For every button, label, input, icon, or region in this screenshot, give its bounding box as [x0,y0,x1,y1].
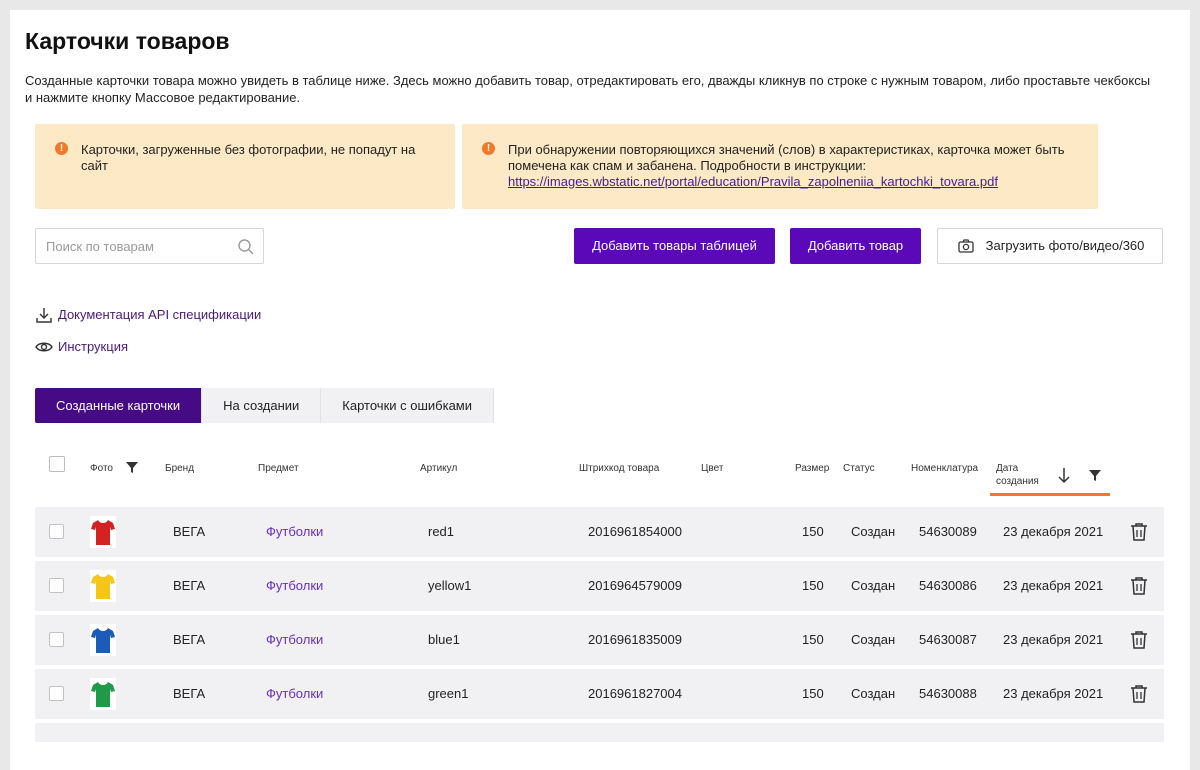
row-article: yellow1 [428,578,472,593]
row-date: 23 декабря 2021 [1003,686,1104,701]
header-photo: Фото [90,463,113,474]
row-brand: ВЕГА [173,632,206,647]
delete-button[interactable] [1130,576,1148,601]
row-size: 150 [802,632,824,647]
row-size: 150 [802,524,824,539]
upload-media-button[interactable]: Загрузить фото/видео/360 [937,228,1163,264]
sort-active-underline [990,493,1110,496]
row-size: 150 [802,686,824,701]
tshirt-icon [91,628,115,653]
row-brand: ВЕГА [173,686,206,701]
row-nomenclature: 54630086 [919,578,977,593]
row-nomenclature: 54630088 [919,686,977,701]
tshirt-icon [91,520,115,545]
header-barcode[interactable]: Штрихкод товара [579,463,659,474]
product-photo[interactable] [90,570,116,602]
trash-icon [1131,631,1147,649]
table-row[interactable] [35,723,1164,742]
tshirt-icon [91,682,115,707]
instruction-label: Инструкция [58,339,128,354]
notice-text: При обнаружении повторяющихся значений (… [508,142,1078,190]
row-barcode: 2016964579009 [588,578,682,593]
trash-icon [1131,685,1147,703]
delete-button[interactable] [1130,684,1148,709]
header-date-line1[interactable]: Дата [996,463,1018,474]
row-barcode: 2016961854000 [588,524,682,539]
header-date-line2[interactable]: создания [996,476,1039,487]
header-color[interactable]: Цвет [701,463,723,474]
product-photo[interactable] [90,516,116,548]
sort-down-icon[interactable] [1056,466,1072,484]
row-brand: ВЕГА [173,578,206,593]
notice-spam: ! При обнаружении повторяющихся значений… [462,124,1098,209]
row-subject-link[interactable]: Футболки [266,686,323,701]
warning-icon: ! [55,142,68,155]
table-row[interactable]: ВЕГА Футболки green1 2016961827004 150 Создан… [35,669,1164,719]
header-size[interactable]: Размер [795,463,829,474]
page-description: Созданные карточки товара можно увидеть … [25,73,1151,105]
select-all-checkbox[interactable] [49,456,65,472]
row-nomenclature: 54630087 [919,632,977,647]
header-subject[interactable]: Предмет [258,463,299,474]
download-icon [36,308,52,323]
tab-created-cards[interactable]: Созданные карточки [35,388,203,423]
row-brand: ВЕГА [173,524,206,539]
row-status: Создан [851,524,896,539]
row-subject-link[interactable]: Футболки [266,578,323,593]
row-nomenclature: 54630089 [919,524,977,539]
page-title: Карточки товаров [25,28,230,54]
search-input[interactable] [46,237,226,255]
delete-button[interactable] [1130,630,1148,655]
header-article[interactable]: Артикул [420,463,457,474]
notice-no-photo: ! Карточки, загруженные без фотографии, … [35,124,455,209]
row-date: 23 декабря 2021 [1003,632,1104,647]
row-date: 23 декабря 2021 [1003,578,1104,593]
product-photo[interactable] [90,678,116,710]
row-article: blue1 [428,632,460,647]
tshirt-icon [91,574,115,599]
warning-icon: ! [482,142,495,155]
row-checkbox[interactable] [49,686,64,701]
row-size: 150 [802,578,824,593]
row-subject-link[interactable]: Футболки [266,524,323,539]
tab-cards-with-errors[interactable]: Карточки с ошибками [321,388,495,423]
add-products-table-button[interactable]: Добавить товары таблицей [574,228,775,264]
delete-button[interactable] [1130,522,1148,547]
header-status[interactable]: Статус [843,463,875,474]
table-row[interactable]: ВЕГА Футболки red1 2016961854000 150 Создан 54… [35,507,1164,557]
product-photo[interactable] [90,624,116,656]
table-row[interactable]: ВЕГА Футболки yellow1 2016964579009 150 Созда… [35,561,1164,611]
search-box [35,228,264,264]
row-subject-link[interactable]: Футболки [266,632,323,647]
upload-media-label: Загрузить фото/видео/360 [985,238,1145,253]
header-brand[interactable]: Бренд [165,463,194,474]
row-barcode: 2016961835009 [588,632,682,647]
row-status: Создан [851,686,896,701]
filter-icon[interactable] [125,460,139,474]
filter-icon[interactable] [1088,468,1102,482]
row-checkbox[interactable] [49,632,64,647]
add-product-button[interactable]: Добавить товар [790,228,921,264]
table-row[interactable]: ВЕГА Футболки blue1 2016961835009 150 Создан 5… [35,615,1164,665]
eye-icon [35,342,53,352]
row-article: red1 [428,524,455,539]
row-barcode: 2016961827004 [588,686,682,701]
api-docs-label: Документация API спецификации [58,307,262,322]
row-article: green1 [428,686,469,701]
trash-icon [1131,577,1147,595]
notice-text: Карточки, загруженные без фотографии, не… [81,142,416,173]
instruction-pdf-link[interactable]: https://images.wbstatic.net/portal/educa… [508,174,998,189]
header-nomenclature[interactable]: Номенклатура [911,463,978,474]
row-date: 23 декабря 2021 [1003,524,1104,539]
search-icon[interactable] [237,238,255,256]
cards-tabs: Созданные карточки На создании Карточки … [35,388,495,423]
row-status: Создан [851,632,896,647]
trash-icon [1131,523,1147,541]
camera-icon [958,239,974,253]
row-status: Создан [851,578,896,593]
row-checkbox[interactable] [49,578,64,593]
notice-spam-text: При обнаружении повторяющихся значений (… [508,142,1065,173]
row-checkbox[interactable] [49,524,64,539]
tab-in-creation[interactable]: На создании [202,388,322,423]
